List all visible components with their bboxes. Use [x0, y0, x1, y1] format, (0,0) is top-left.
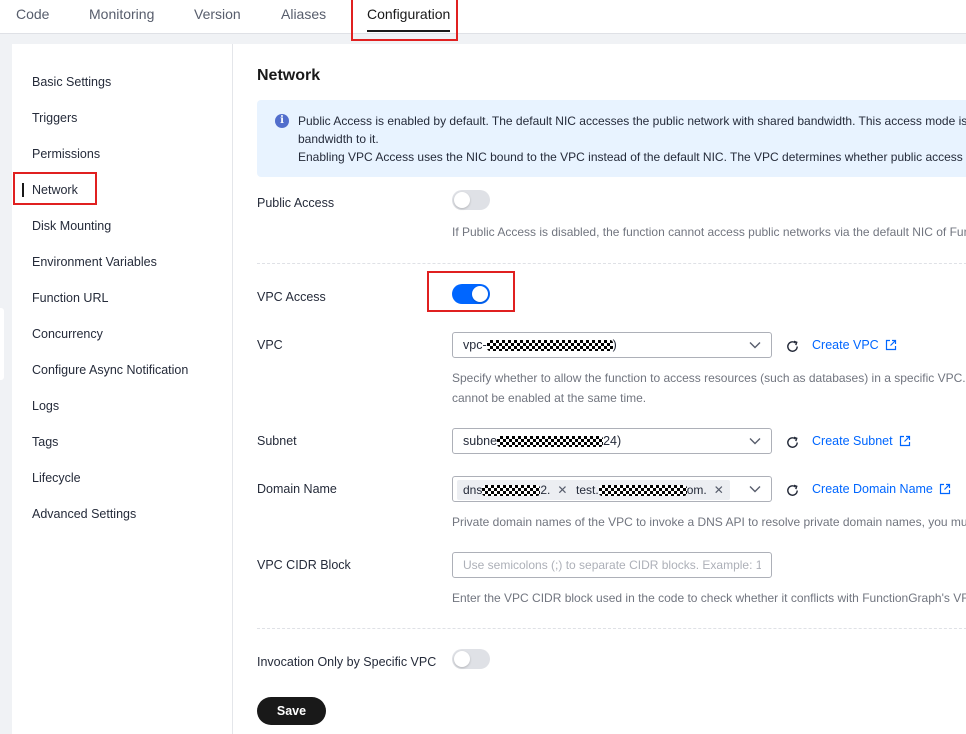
chevron-down-icon	[749, 342, 761, 349]
redacted-mask	[486, 340, 613, 352]
domain-name-hint: Private domain names of the VPC to invok…	[452, 515, 966, 529]
sidebar-item-lifecycle[interactable]: Lifecycle	[12, 466, 232, 490]
create-vpc-label: Create VPC	[812, 338, 879, 352]
create-subnet-link[interactable]: Create Subnet	[812, 434, 911, 448]
tab-configuration-label: Configuration	[367, 6, 451, 22]
sidebar-item-tags[interactable]: Tags	[12, 430, 232, 454]
section-divider	[257, 263, 966, 264]
redacted-mask	[497, 436, 604, 448]
refresh-subnet-icon[interactable]	[785, 435, 800, 450]
vpc-access-label: VPC Access	[257, 290, 326, 304]
vpc-select-value: vpc-)	[463, 338, 617, 352]
create-domain-name-link[interactable]: Create Domain Name	[812, 482, 951, 496]
public-access-label: Public Access	[257, 196, 335, 210]
vpc-hint-2: cannot be enabled at the same time.	[452, 391, 647, 405]
tab-code[interactable]: Code	[16, 0, 49, 34]
toggle-knob	[454, 651, 470, 667]
sidebar-item-permissions[interactable]: Permissions	[12, 142, 232, 166]
info-alert-text: Public Access is enabled by default. The…	[298, 112, 966, 166]
sidebar-item-basic-settings[interactable]: Basic Settings	[12, 70, 232, 94]
invocation-only-toggle[interactable]	[452, 649, 490, 669]
info-alert: i Public Access is enabled by default. T…	[257, 100, 966, 177]
vpc-cidr-label: VPC CIDR Block	[257, 558, 351, 572]
domain-chip: test. om. ✕	[570, 480, 730, 500]
toggle-knob	[472, 286, 488, 302]
tab-configuration[interactable]: Configuration	[367, 0, 451, 34]
info-line-2: bandwidth to it.	[298, 132, 379, 146]
sidebar-item-disk-mounting[interactable]: Disk Mounting	[12, 214, 232, 238]
public-access-toggle[interactable]	[452, 190, 490, 210]
network-settings-panel: Network i Public Access is enabled by de…	[233, 44, 966, 734]
active-tab-indicator	[367, 30, 451, 32]
vpc-hint-1: Specify whether to allow the function to…	[452, 371, 966, 385]
refresh-domain-icon[interactable]	[785, 483, 800, 498]
vpc-cidr-input[interactable]	[452, 552, 772, 578]
top-tab-bar: Code Monitoring Version Aliases Configur…	[0, 0, 966, 34]
remove-chip-icon[interactable]: ✕	[557, 483, 567, 497]
domain-chip-suffix: 2.	[540, 483, 551, 497]
redacted-mask	[598, 485, 687, 497]
vpc-select[interactable]: vpc-)	[452, 332, 772, 358]
vpc-cidr-hint: Enter the VPC CIDR block used in the cod…	[452, 591, 966, 605]
external-link-icon	[885, 339, 896, 351]
save-button[interactable]: Save	[257, 697, 326, 725]
function-configuration-page: Code Monitoring Version Aliases Configur…	[0, 0, 966, 734]
subnet-value-suffix: 24)	[603, 434, 622, 448]
subnet-select[interactable]: subne 24)	[452, 428, 772, 454]
redacted-mask	[482, 485, 541, 497]
toggle-knob	[454, 192, 470, 208]
subnet-select-value: subne 24)	[463, 434, 621, 448]
sidebar-collapse-handle[interactable]	[0, 308, 4, 380]
domain-name-select[interactable]: dns 2. ✕ test. om. ✕	[452, 476, 772, 502]
remove-chip-icon[interactable]: ✕	[714, 483, 724, 497]
domain-name-label: Domain Name	[257, 482, 337, 496]
sidebar-item-environment-variables[interactable]: Environment Variables	[12, 250, 232, 274]
external-link-icon	[899, 435, 910, 447]
section-divider	[257, 628, 966, 629]
sidebar-item-advanced-settings[interactable]: Advanced Settings	[12, 502, 232, 526]
create-subnet-label: Create Subnet	[812, 434, 893, 448]
info-line-3: Enabling VPC Access uses the NIC bound t…	[298, 150, 963, 164]
create-vpc-link[interactable]: Create VPC	[812, 338, 897, 352]
chevron-down-icon	[749, 438, 761, 445]
sidebar-item-network[interactable]: Network	[12, 178, 232, 202]
sidebar-item-function-url[interactable]: Function URL	[12, 286, 232, 310]
sidebar-item-logs[interactable]: Logs	[12, 394, 232, 418]
sidebar-item-async-notification[interactable]: Configure Async Notification	[12, 358, 232, 382]
page-title: Network	[257, 67, 321, 84]
tab-aliases[interactable]: Aliases	[281, 0, 326, 34]
tab-version[interactable]: Version	[194, 0, 241, 34]
sidebar-item-concurrency[interactable]: Concurrency	[12, 322, 232, 346]
subnet-value-prefix: subne	[463, 434, 498, 448]
chevron-down-icon	[749, 486, 761, 493]
domain-chip: dns 2. ✕	[457, 480, 574, 500]
tab-monitoring[interactable]: Monitoring	[89, 0, 154, 34]
subnet-label: Subnet	[257, 434, 297, 448]
config-sidebar: Basic Settings Triggers Permissions Netw…	[12, 44, 233, 734]
external-link-icon	[939, 483, 950, 495]
vpc-value-prefix: vpc-	[463, 338, 487, 352]
vpc-label: VPC	[257, 338, 283, 352]
domain-chip-prefix: dns	[463, 483, 483, 497]
create-domain-name-label: Create Domain Name	[812, 482, 933, 496]
info-line-1: Public Access is enabled by default. The…	[298, 114, 966, 128]
info-icon: i	[275, 114, 289, 128]
public-access-hint: If Public Access is disabled, the functi…	[452, 225, 966, 239]
invocation-only-label: Invocation Only by Specific VPC	[257, 655, 437, 669]
sidebar-item-triggers[interactable]: Triggers	[12, 106, 232, 130]
vpc-access-toggle[interactable]	[452, 284, 490, 304]
domain-chip-suffix: om.	[686, 483, 707, 497]
refresh-vpc-icon[interactable]	[785, 339, 800, 354]
domain-chip-prefix: test.	[576, 483, 599, 497]
vpc-value-suffix: )	[612, 338, 617, 352]
